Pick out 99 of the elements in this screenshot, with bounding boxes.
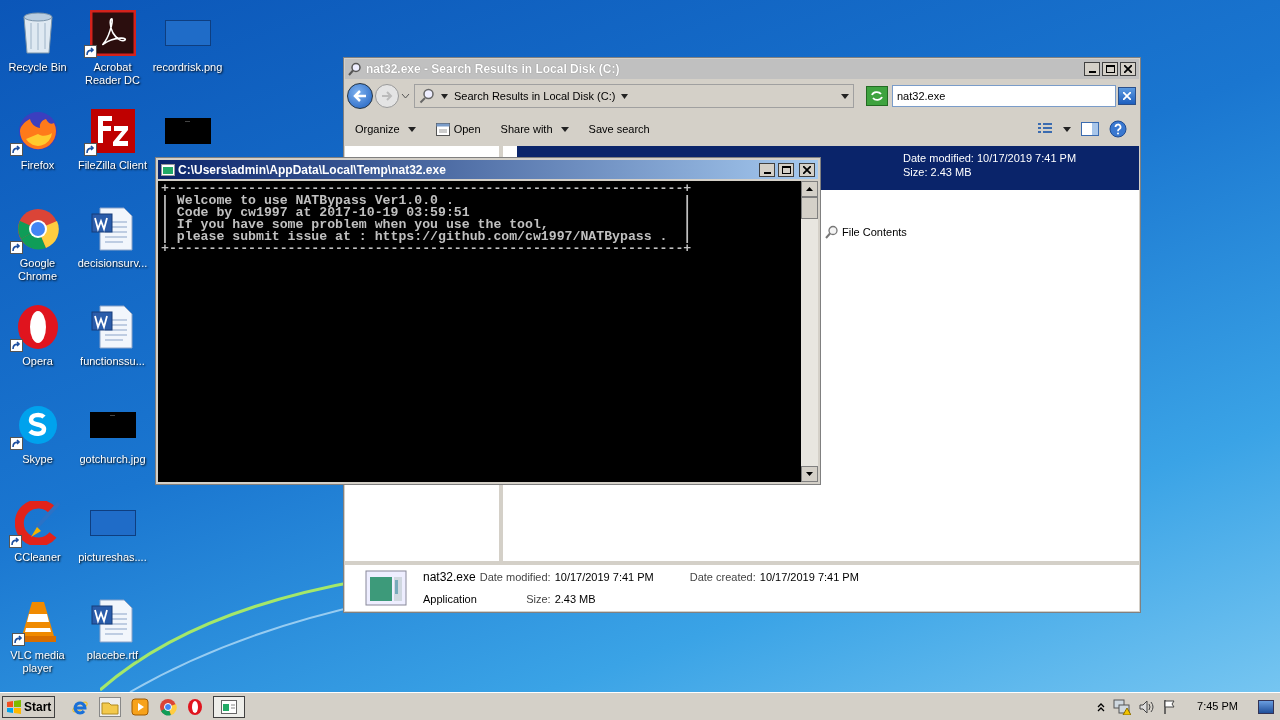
console-icon bbox=[161, 163, 175, 176]
chrome-wheel-icon bbox=[159, 697, 178, 716]
caret-icon bbox=[441, 93, 448, 99]
show-hidden-icons-icon[interactable] bbox=[1097, 701, 1106, 712]
application-icon bbox=[365, 570, 407, 606]
flag-icon[interactable] bbox=[1163, 699, 1178, 714]
forward-arrow-icon bbox=[381, 91, 393, 101]
broom-c-icon[interactable] bbox=[14, 501, 61, 545]
caret-icon bbox=[621, 93, 629, 99]
search-icon bbox=[825, 225, 839, 240]
desktop-icon-label[interactable]: VLC media player bbox=[0, 649, 75, 675]
scrollbar[interactable] bbox=[801, 181, 818, 482]
search-icon bbox=[419, 88, 435, 104]
desktop-icon-label[interactable]: Skype bbox=[0, 453, 75, 466]
chrome-wheel-icon[interactable] bbox=[15, 207, 60, 251]
console-window-icon bbox=[221, 699, 238, 714]
detail-value: 10/17/2019 7:41 PM bbox=[759, 570, 859, 586]
file-name: nat32.exe bbox=[423, 569, 477, 587]
console-output: +-----------------------------------------------------------------+ | Welcome to use NATBypass Ver1.0.0 . | | Code by cw1997 at 2017-10-19 03:59:51 | | If you have some problem when you use the tool, | | please submit issue at : https://github.com/cw1997/NATBypass . | +-----------------------------------------------------------------+ bbox=[158, 181, 801, 482]
windows-logo-icon bbox=[6, 699, 22, 714]
result-detail: Size: 2.43 MB bbox=[903, 165, 973, 179]
address-bar[interactable]: Search Results in Local Disk (C:) bbox=[414, 84, 854, 108]
address-text: Search Results in Local Disk (C:) bbox=[454, 88, 616, 104]
image-thumbnail-icon[interactable] bbox=[89, 412, 136, 438]
down-arrow-icon bbox=[806, 472, 813, 476]
toolbar-button[interactable]: Save search bbox=[586, 118, 652, 140]
word-document-icon[interactable] bbox=[89, 598, 136, 644]
detail-value: 10/17/2019 7:41 PM bbox=[554, 570, 655, 586]
back-button[interactable] bbox=[347, 83, 373, 109]
caret-icon[interactable] bbox=[1063, 126, 1071, 132]
refresh-button[interactable] bbox=[866, 86, 888, 106]
toolbar-button[interactable]: Open bbox=[433, 118, 483, 140]
play-icon bbox=[131, 697, 150, 716]
ring-o-icon bbox=[187, 697, 204, 716]
scroll-down-button[interactable] bbox=[801, 466, 818, 482]
start-button[interactable]: Start bbox=[2, 695, 56, 718]
minimize-button[interactable] bbox=[759, 162, 775, 177]
desktop-icon-label[interactable]: pictureshas.... bbox=[75, 551, 150, 564]
image-thumbnail-icon[interactable] bbox=[164, 118, 211, 144]
maximize-button[interactable] bbox=[1102, 62, 1118, 76]
up-arrow-icon bbox=[806, 187, 813, 191]
image-thumbnail-icon[interactable] bbox=[89, 510, 136, 536]
toolbar-button[interactable]: Organize bbox=[353, 118, 418, 140]
folder-icon bbox=[99, 696, 122, 717]
desktop-icon-label[interactable]: Google Chrome bbox=[0, 257, 75, 283]
desktop-icon-label[interactable]: gotchurch.jpg bbox=[75, 453, 150, 466]
refresh-icon bbox=[870, 90, 884, 102]
close-button[interactable] bbox=[799, 162, 815, 177]
taskbar-button[interactable] bbox=[213, 695, 246, 718]
clock[interactable]: 7:45 PM bbox=[1185, 698, 1250, 715]
help-icon[interactable] bbox=[1109, 120, 1127, 138]
preview-pane-icon[interactable] bbox=[1081, 122, 1099, 136]
dropdown-caret-icon[interactable] bbox=[401, 93, 410, 99]
scroll-up-button[interactable] bbox=[801, 181, 818, 197]
close-icon bbox=[1124, 65, 1132, 73]
back-arrow-icon bbox=[353, 90, 367, 102]
window-title: nat32.exe - Search Results in Local Disk (C:) bbox=[366, 61, 621, 78]
detail-label: Date modified: bbox=[479, 570, 552, 586]
caret-icon bbox=[560, 126, 569, 132]
detail-label: Date created: bbox=[689, 570, 757, 586]
desktop-icon-label[interactable]: Recycle Bin bbox=[0, 61, 75, 74]
filezilla-icon[interactable] bbox=[89, 108, 136, 154]
view-options-icon[interactable] bbox=[1037, 122, 1053, 136]
close-icon bbox=[1123, 92, 1131, 100]
dropdown-caret-icon bbox=[841, 93, 849, 99]
desktop-icon-label[interactable]: CCleaner bbox=[0, 551, 75, 564]
ring-o-icon[interactable] bbox=[15, 304, 60, 350]
detail-value: 2.43 MB bbox=[554, 592, 597, 608]
desktop-icon-label[interactable]: FileZilla Client bbox=[75, 159, 150, 172]
maximize-button[interactable] bbox=[778, 162, 794, 177]
show-desktop-button[interactable] bbox=[1258, 699, 1274, 714]
window-title: C:\Users\admin\AppData\Local\Temp\nat32.exe bbox=[178, 161, 447, 179]
network-icon[interactable] bbox=[1113, 698, 1132, 715]
word-document-icon[interactable] bbox=[89, 304, 136, 350]
clear-search-button[interactable] bbox=[1118, 87, 1136, 105]
search-field[interactable]: nat32.exe bbox=[892, 85, 1116, 107]
desktop-icon-label[interactable]: functionssu... bbox=[75, 355, 150, 368]
file-contents-link[interactable]: File Contents bbox=[825, 224, 907, 241]
file-type: Application bbox=[423, 592, 478, 608]
word-document-icon[interactable] bbox=[89, 206, 136, 252]
desktop-icon-label[interactable]: Opera bbox=[0, 355, 75, 368]
desktop-icon-label[interactable]: recordrisk.png bbox=[150, 61, 225, 74]
volume-icon[interactable] bbox=[1139, 699, 1156, 714]
caret-icon bbox=[407, 126, 416, 132]
detail-label: Size: bbox=[525, 592, 552, 608]
close-icon bbox=[803, 165, 811, 174]
search-icon bbox=[348, 62, 362, 76]
close-button[interactable] bbox=[1120, 62, 1136, 76]
result-detail: Date modified: 10/17/2019 7:41 PM bbox=[903, 151, 1078, 165]
image-thumbnail-icon[interactable] bbox=[164, 20, 211, 46]
acrobat-icon[interactable] bbox=[89, 10, 136, 56]
scroll-thumb[interactable] bbox=[801, 197, 818, 219]
desktop-icon-label[interactable]: placebe.rtf bbox=[75, 649, 150, 662]
desktop-icon-label[interactable]: Firefox bbox=[0, 159, 75, 172]
window-icon bbox=[435, 122, 450, 136]
toolbar-button[interactable]: Share with bbox=[498, 118, 571, 140]
desktop-icon-label[interactable]: Acrobat Reader DC bbox=[75, 61, 150, 87]
desktop-icon-label[interactable]: decisionsurv... bbox=[75, 257, 150, 270]
minimize-button[interactable] bbox=[1084, 62, 1100, 76]
